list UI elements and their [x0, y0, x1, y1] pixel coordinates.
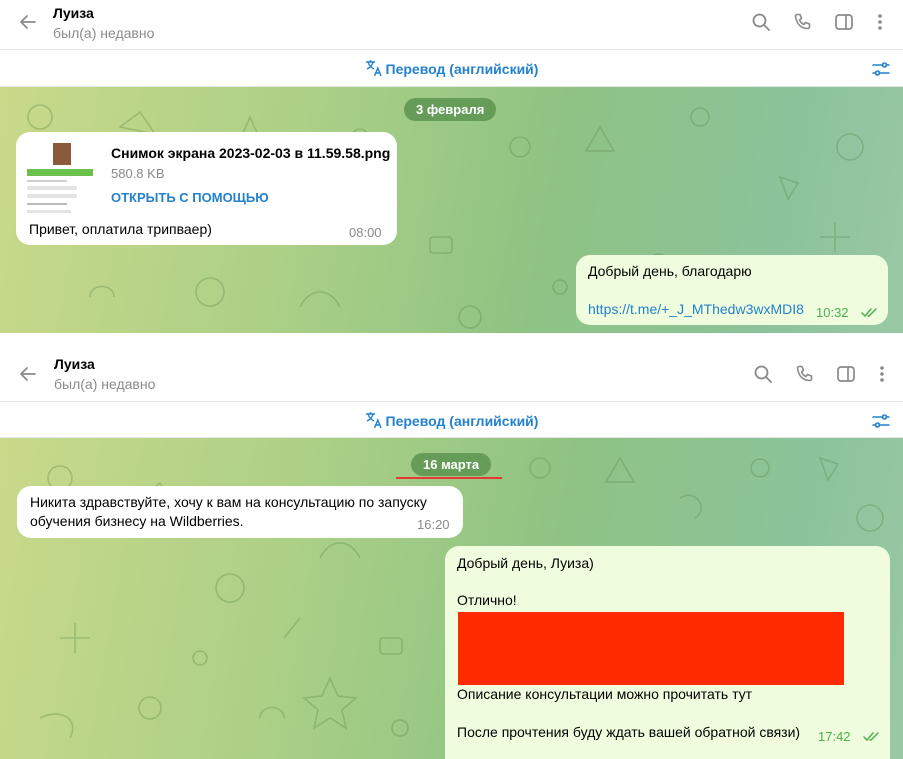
image-preview-icon [23, 140, 97, 214]
message-text-line: обучения бизнесу на Wildberries. [30, 513, 244, 529]
arrow-left-icon[interactable] [18, 364, 38, 384]
translate-bar[interactable]: Перевод (английский) [0, 402, 903, 438]
sidebar-toggle-icon[interactable] [836, 364, 856, 384]
file-size: 580.8 KB [111, 166, 165, 181]
message-outgoing[interactable]: Добрый день, Луиза) Отлично! Описание ко… [445, 546, 890, 759]
message-outgoing[interactable]: Добрый день, благодарю https://t.me/+_J_… [576, 255, 888, 325]
message-time: 16:20 [417, 517, 450, 532]
chat-panel-top: Луиза был(а) недавно Перевод (английский… [0, 0, 903, 333]
open-with-button[interactable]: ОТКРЫТЬ С ПОМОЩЬЮ [111, 190, 269, 205]
sliders-icon[interactable] [871, 411, 891, 431]
translate-label[interactable]: Перевод (английский) [386, 413, 539, 429]
search-icon[interactable] [751, 12, 771, 32]
chat-area[interactable]: 3 февраля Снимок экрана 2023-02-03 в 11.… [0, 87, 903, 333]
message-link[interactable]: https://t.me/+_J_MThedw3wxMDI8 [588, 301, 804, 317]
message-text-line: Добрый день, Луиза) [457, 555, 594, 571]
redacted-block [458, 612, 844, 685]
file-name[interactable]: Снимок экрана 2023-02-03 в 11.59.58.png [111, 145, 390, 161]
message-text: Привет, оплатила трипваер) [29, 221, 212, 237]
translate-icon [365, 412, 382, 429]
message-text-line: Никита здравствуйте, хочу к вам на консу… [30, 494, 427, 510]
double-check-icon [863, 732, 879, 742]
message-text-line: После прочтения буду ждать вашей обратно… [457, 724, 801, 740]
message-text-line: Отлично! [457, 592, 517, 608]
message-text: Добрый день, благодарю [588, 263, 752, 279]
phone-icon[interactable] [793, 12, 813, 32]
file-thumbnail[interactable] [23, 140, 97, 214]
message-incoming-file[interactable]: Снимок экрана 2023-02-03 в 11.59.58.png … [16, 132, 397, 245]
translate-bar[interactable]: Перевод (английский) [0, 50, 903, 87]
message-incoming[interactable]: Никита здравствуйте, хочу к вам на консу… [17, 486, 463, 538]
date-separator: 3 февраля [404, 98, 497, 121]
chat-status: был(а) недавно [53, 25, 155, 41]
chat-title[interactable]: Луиза [53, 5, 94, 21]
translate-icon [365, 60, 382, 77]
chat-status: был(а) недавно [54, 376, 156, 392]
search-icon[interactable] [753, 364, 773, 384]
chat-title[interactable]: Луиза [54, 356, 95, 372]
double-check-icon [861, 308, 877, 318]
more-vertical-icon[interactable] [872, 364, 892, 384]
phone-icon[interactable] [795, 364, 815, 384]
more-vertical-icon[interactable] [870, 12, 890, 32]
translate-label[interactable]: Перевод (английский) [386, 61, 539, 77]
chat-area[interactable]: 16 марта Никита здравствуйте, хочу к вам… [0, 438, 903, 759]
chat-panel-bottom: Луиза был(а) недавно Перевод (английский… [0, 349, 903, 759]
message-time: 10:32 [816, 305, 849, 320]
message-time: 17:42 [818, 729, 851, 744]
arrow-left-icon[interactable] [18, 12, 38, 32]
chat-header: Луиза был(а) недавно [0, 349, 903, 402]
chat-header: Луиза был(а) недавно [0, 0, 903, 50]
message-time: 08:00 [349, 225, 382, 240]
date-underline-mark [396, 477, 502, 479]
sliders-icon[interactable] [871, 59, 891, 79]
sidebar-toggle-icon[interactable] [834, 12, 854, 32]
message-text-line: Описание консультации можно прочитать ту… [457, 686, 753, 702]
date-separator: 16 марта [411, 453, 492, 476]
